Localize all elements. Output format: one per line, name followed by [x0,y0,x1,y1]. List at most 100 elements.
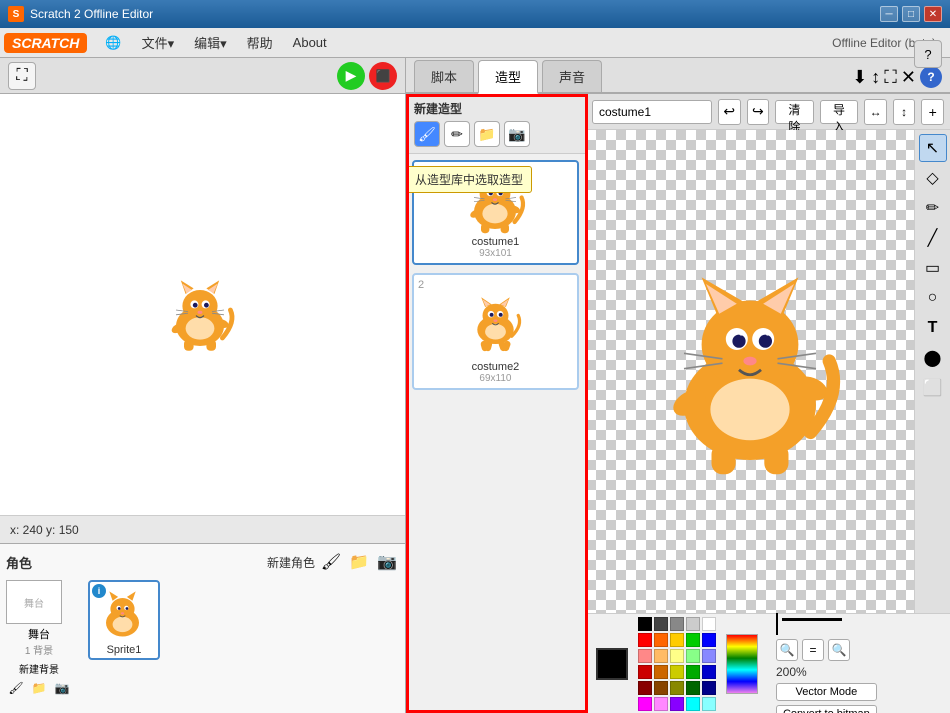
color-swatch-black[interactable] [596,648,628,680]
new-bg-file-button[interactable]: 📁 [29,678,49,698]
menu-help[interactable]: 帮助 [237,29,283,56]
new-sprite-paint-button[interactable]: 🖌 [319,550,343,574]
select-tool-button[interactable]: ↖ [919,134,947,162]
color-vdarkgreen[interactable] [686,681,700,695]
color-green[interactable] [686,633,700,647]
zoom-equals-button[interactable]: = [802,639,824,661]
color-darkyellow[interactable] [670,665,684,679]
menu-globe[interactable]: 🌐 [95,31,131,55]
color-black[interactable] [638,617,652,631]
nav-arrows2-icon[interactable]: ✕ [901,67,916,88]
color-lightgreen[interactable] [686,649,700,663]
new-sprite-file-button[interactable]: 📁 [347,550,371,574]
sprite1-thumbnail[interactable]: i Sprit [88,580,160,660]
nav-down-icon[interactable]: ⬇ [852,67,867,88]
stop-button[interactable]: ⬛ [369,62,397,90]
coords-text: x: 240 y: 150 [10,523,79,537]
color-brown[interactable] [654,681,668,695]
costume-paint-button[interactable]: 🖌 [414,121,440,147]
menu-edit[interactable]: 编辑▾ [184,29,237,56]
convert-bitmap-button[interactable]: Convert to bitmap [776,705,877,713]
tab-sounds[interactable]: 声音 [542,60,602,92]
costumes-items: costume1 93x101 2 [406,154,585,713]
rect-tool-button[interactable]: ▭ [919,254,947,282]
stage-sublabel: 1 背景 [6,642,72,657]
color-darkgray[interactable] [654,617,668,631]
stage-view-button[interactable]: ⛶ [8,62,36,90]
color-darkred[interactable] [638,665,652,679]
import-button[interactable]: 导入 [820,100,859,124]
color-lightblue[interactable] [702,649,716,663]
menu-file[interactable]: 文件▾ [132,29,185,56]
color-lightgray[interactable] [686,617,700,631]
color-lightred[interactable] [638,649,652,663]
color-white[interactable] [702,617,716,631]
help-question-button[interactable]: ? [914,40,942,68]
color-cyan[interactable] [686,697,700,711]
costume-camera-button[interactable]: 📷 [504,121,530,147]
sprites-panel: 角色 新建角色 🖌 📁 📷 舞台 舞台 1 背景 新建背景 🖌 [0,543,405,713]
nav-fullscreen-icon[interactable]: ⛶ [884,67,897,88]
stage-sprite-cat [160,274,240,357]
close-button[interactable]: ✕ [924,6,942,22]
reshape-tool-button[interactable]: ◇ [919,164,947,192]
color-navy[interactable] [702,681,716,695]
color-yellow[interactable] [670,633,684,647]
rainbow-color-bar[interactable] [726,634,758,694]
color-magenta[interactable] [638,697,652,711]
color-darkgreen[interactable] [686,665,700,679]
canvas-toolbar: ↩ ↪ 清除 导入 ↔ ↕ + [586,94,950,130]
color-olive[interactable] [670,681,684,695]
redo-button[interactable]: ↪ [747,99,770,125]
maximize-button[interactable]: □ [902,6,920,22]
color-gray[interactable] [670,617,684,631]
minimize-button[interactable]: ─ [880,6,898,22]
color-vdarkred[interactable] [638,681,652,695]
flip-v-button[interactable]: ↕ [893,99,916,125]
costume-item-2[interactable]: 2 [412,273,579,390]
menu-about[interactable]: About [283,31,337,54]
color-lightorange[interactable] [654,649,668,663]
add-button[interactable]: + [921,99,944,125]
color-blue[interactable] [702,633,716,647]
fill-tool-button[interactable]: ⬤ [919,344,947,372]
eraser-tool-button[interactable]: ⬜ [919,374,947,402]
text-tool-button[interactable]: T [919,314,947,342]
pencil-tool-button[interactable]: ✏ [919,194,947,222]
costume-edit-button[interactable]: ✏ [444,121,470,147]
nav-arrows-icon[interactable]: ↕ [871,67,880,88]
menu-bar: SCRATCH 🌐 文件▾ 编辑▾ 帮助 About Offline Edito… [0,28,950,58]
sprite-info-icon[interactable]: i [92,584,106,598]
new-bg-paint-button[interactable]: 🖌 [6,678,26,698]
tab-costumes[interactable]: 造型 [478,60,538,94]
new-sprite-camera-button[interactable]: 📷 [375,550,399,574]
color-pink[interactable] [654,697,668,711]
costume-name-2: costume2 [418,361,573,373]
color-orange[interactable] [654,633,668,647]
new-bg-camera-button[interactable]: 📷 [52,678,72,698]
color-red[interactable] [638,633,652,647]
tools-panel: ↖ ◇ ✏ ╱ ▭ ○ T ⬤ ⬜ [914,130,950,613]
color-purple[interactable] [670,697,684,711]
color-darkblue[interactable] [702,665,716,679]
color-darkorange[interactable] [654,665,668,679]
green-flag-button[interactable]: ▶ [337,62,365,90]
vector-mode-button[interactable]: Vector Mode [776,683,877,701]
line-tool-button[interactable]: ╱ [919,224,947,252]
zoom-out-button[interactable]: 🔍 [828,639,850,661]
circle-tool-button[interactable]: ○ [919,284,947,312]
costume-name-input[interactable] [592,100,712,124]
color-lightyellow[interactable] [670,649,684,663]
drawing-canvas[interactable] [586,130,914,613]
costume-file-button[interactable]: 📁 [474,121,500,147]
flip-h-button[interactable]: ↔ [864,99,887,125]
zoom-in-button[interactable]: 🔍 [776,639,798,661]
undo-button[interactable]: ↩ [718,99,741,125]
costume-image-2 [460,291,530,361]
clear-button[interactable]: 清除 [775,100,814,124]
sprites-list: 舞台 舞台 1 背景 新建背景 🖌 📁 📷 i [6,580,399,698]
tab-extra-icons: ? [914,40,942,68]
tab-scripts[interactable]: 脚本 [414,60,474,92]
nav-help-icon[interactable]: ? [920,66,942,88]
color-lightcyan[interactable] [702,697,716,711]
